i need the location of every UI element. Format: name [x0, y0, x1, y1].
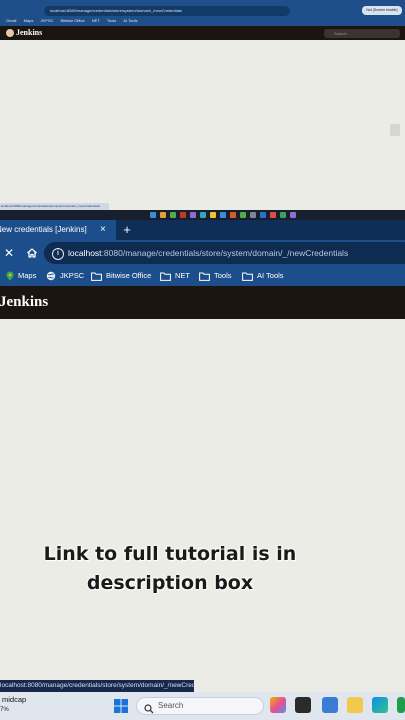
- taskbar-app-icon[interactable]: [150, 212, 156, 218]
- top-status-url: localhost:8080/manage/credentials/store/…: [0, 203, 109, 210]
- top-bookmark[interactable]: AI Tools: [123, 18, 137, 23]
- folder-icon: [160, 272, 171, 281]
- weather-widget-label[interactable]: midcap: [2, 695, 26, 705]
- globe-icon: [46, 271, 56, 281]
- taskbar-app-icon[interactable]: [190, 212, 196, 218]
- file-explorer-icon[interactable]: [347, 697, 363, 713]
- windows-start-icon[interactable]: [114, 699, 128, 713]
- taskbar-app-icon[interactable]: [200, 212, 206, 218]
- top-bookmark[interactable]: Bitwise Office: [61, 18, 85, 23]
- stop-loading-icon[interactable]: ✕: [4, 244, 20, 262]
- taskbar-app-icon[interactable]: [170, 212, 176, 218]
- copilot-icon[interactable]: [270, 697, 286, 713]
- search-icon: [144, 701, 154, 714]
- taskbar-app-icon[interactable]: [210, 212, 216, 218]
- weather-widget-value[interactable]: 7%: [0, 706, 9, 715]
- close-tab-icon[interactable]: ×: [100, 220, 106, 240]
- top-bookmark[interactable]: Maps: [24, 18, 34, 23]
- edge-browser-icon[interactable]: [372, 697, 388, 713]
- url-host: localhost: [68, 248, 102, 258]
- top-search-input[interactable]: Search: [324, 29, 400, 38]
- url-path: :8080/manage/credentials/store/system/do…: [101, 248, 349, 258]
- top-bookmarks-bar: Gmail Maps JKPSC Bitwise Office NET Tool…: [0, 16, 405, 26]
- taskbar-app-icon[interactable]: [230, 212, 236, 218]
- top-bookmark[interactable]: NET: [92, 18, 100, 23]
- taskbar-app-icon[interactable]: [250, 212, 256, 218]
- bookmark-ai-tools[interactable]: AI Tools: [242, 266, 284, 286]
- tutorial-caption: Link to full tutorial is in description …: [0, 540, 340, 598]
- side-widget-icon[interactable]: [390, 124, 400, 136]
- taskbar-app-icon[interactable]: [280, 212, 286, 218]
- top-jenkins-title[interactable]: Jenkins: [16, 27, 42, 39]
- new-tab-button[interactable]: +: [120, 220, 134, 240]
- taskbar-search-box[interactable]: [136, 697, 264, 715]
- top-profile-button[interactable]: Not (Screen enable): [362, 6, 402, 15]
- site-info-icon[interactable]: i: [52, 248, 64, 260]
- bookmark-label: Bitwise Office: [106, 271, 152, 280]
- folder-icon: [91, 272, 102, 281]
- top-bookmark[interactable]: Tools: [107, 18, 116, 23]
- bookmark-label: JKPSC: [60, 271, 85, 280]
- bookmark-label: Maps: [18, 271, 37, 280]
- caption-line-1: Link to full tutorial is in: [43, 543, 297, 565]
- taskbar-app-icon[interactable]: [220, 212, 226, 218]
- taskbar-app-icon[interactable]: [180, 212, 186, 218]
- bookmark-label: Tools: [214, 271, 232, 280]
- home-icon[interactable]: [24, 244, 40, 262]
- maps-pin-icon: [6, 271, 14, 281]
- taskbar-app-icon[interactable]: [270, 212, 276, 218]
- bookmark-label: AI Tools: [257, 271, 284, 280]
- top-bookmark[interactable]: JKPSC: [40, 18, 53, 23]
- bookmark-bitwise-office[interactable]: Bitwise Office: [91, 266, 151, 286]
- jenkins-home-link[interactable]: Jenkins: [0, 286, 48, 319]
- page-content: [0, 319, 405, 680]
- caption-line-2: description box: [86, 572, 254, 594]
- bookmark-jkpsc[interactable]: JKPSC: [46, 266, 84, 286]
- folder-icon: [242, 272, 253, 281]
- excel-icon[interactable]: [397, 697, 405, 713]
- taskbar-search-placeholder: Search: [158, 701, 184, 710]
- taskbar-app-icon[interactable]: [260, 212, 266, 218]
- top-address-bar[interactable]: localhost:8080/manage/credentials/store/…: [44, 6, 290, 16]
- tab-new-credentials[interactable]: New credentials [Jenkins] ×: [0, 220, 116, 240]
- bookmark-maps[interactable]: Maps: [6, 266, 36, 286]
- mini-taskbar: [0, 210, 405, 220]
- jenkins-header: [0, 286, 405, 319]
- bookmark-net[interactable]: NET: [160, 266, 190, 286]
- status-bar-url: localhost:8080/manage/credentials/store/…: [0, 680, 194, 692]
- taskbar-app-icon[interactable]: [160, 212, 166, 218]
- jenkins-logo-icon[interactable]: [6, 29, 14, 37]
- task-view-icon[interactable]: [295, 697, 311, 713]
- teams-chat-icon[interactable]: [322, 697, 338, 713]
- taskbar-app-icon[interactable]: [240, 212, 246, 218]
- url-text[interactable]: localhost:8080/manage/credentials/store/…: [68, 242, 348, 264]
- bookmark-tools[interactable]: Tools: [199, 266, 232, 286]
- bookmark-label: NET: [175, 271, 190, 280]
- top-bookmark[interactable]: Gmail: [6, 18, 16, 23]
- folder-icon: [199, 272, 210, 281]
- taskbar-app-icon[interactable]: [290, 212, 296, 218]
- tab-title: New credentials [Jenkins]: [0, 225, 87, 234]
